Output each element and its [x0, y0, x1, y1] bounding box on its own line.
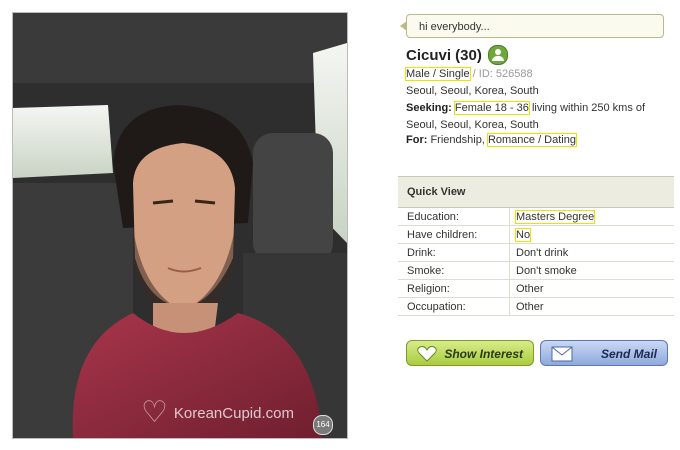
profile-name: Cicuvi (30): [406, 46, 482, 64]
table-row: Religion: Other: [398, 279, 674, 298]
children-value: No: [514, 227, 532, 242]
for-romance: Romance / Dating: [486, 133, 577, 147]
table-row: Have children: No: [398, 225, 674, 244]
quick-view-title: Quick View: [398, 176, 674, 208]
seeking-line: Seeking: Female 18 - 36 living within 25…: [406, 101, 646, 115]
member-id: / ID: 526588: [472, 68, 533, 80]
envelope-icon: [551, 346, 573, 362]
row-value: Other: [509, 297, 674, 316]
heart-icon: [417, 346, 437, 362]
row-value: Other: [509, 279, 674, 298]
table-row: Education: Masters Degree: [398, 208, 674, 226]
row-label: Drink:: [398, 243, 510, 262]
profile-photo[interactable]: ♡ KoreanCupid.com 164: [12, 12, 348, 439]
table-row: Occupation: Other: [398, 297, 674, 316]
send-mail-button[interactable]: Send Mail: [540, 340, 668, 366]
name-row: Cicuvi (30): [406, 45, 508, 65]
row-label: Religion:: [398, 279, 510, 298]
quick-view-panel: Quick View Education: Masters Degree Hav…: [398, 176, 674, 316]
education-value: Masters Degree: [514, 209, 596, 224]
profile-photo-image: [13, 13, 347, 438]
quick-view-table: Education: Masters Degree Have children:…: [398, 208, 674, 316]
send-mail-label: Send Mail: [600, 347, 657, 361]
for-line: For: Friendship, Romance / Dating: [406, 133, 577, 147]
row-label: Have children:: [398, 225, 510, 244]
row-value: Don't smoke: [509, 261, 674, 280]
headline-bubble: hi everybody...: [400, 14, 664, 38]
online-status-icon: [487, 45, 508, 65]
gender-status: Male / Single: [405, 67, 471, 81]
watermark-text: KoreanCupid.com: [173, 404, 294, 422]
seeking-rest: living within 250 kms of: [531, 102, 646, 114]
seeking-value: Female 18 - 36: [453, 101, 530, 115]
table-row: Drink: Don't drink: [398, 243, 674, 262]
location: Seoul, Seoul, Korea, South: [406, 85, 539, 97]
row-value: Masters Degree: [509, 208, 674, 226]
seeking-label: Seeking:: [406, 102, 452, 114]
gender-id-line: Male / Single / ID: 526588: [405, 67, 533, 81]
for-label: For:: [406, 134, 428, 146]
photo-count-badge[interactable]: 164: [313, 415, 333, 435]
row-label: Occupation:: [398, 297, 510, 316]
row-label: Education:: [398, 208, 510, 226]
for-friendship: Friendship,: [430, 134, 485, 146]
row-label: Smoke:: [398, 261, 510, 280]
watermark: ♡ KoreanCupid.com: [141, 398, 294, 428]
show-interest-label: Show Interest: [444, 347, 523, 361]
seeking-location: Seoul, Seoul, Korea, South: [406, 119, 539, 131]
heart-logo-icon: ♡: [141, 396, 168, 429]
table-row: Smoke: Don't smoke: [398, 261, 674, 280]
row-value: No: [509, 225, 674, 244]
row-value: Don't drink: [509, 243, 674, 262]
show-interest-button[interactable]: Show Interest: [406, 340, 534, 366]
